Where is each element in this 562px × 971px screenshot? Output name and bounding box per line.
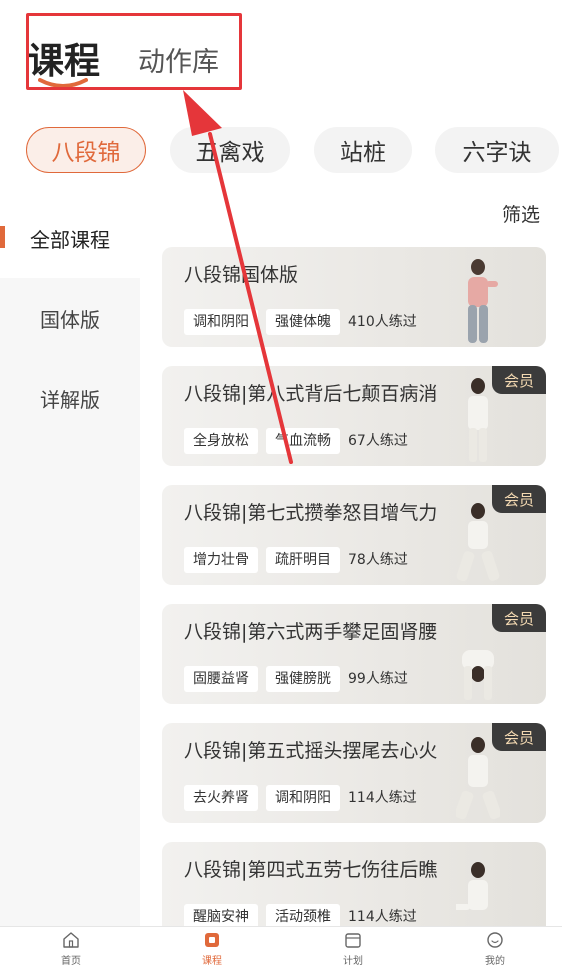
course-tag: 疏肝明目: [266, 547, 340, 573]
course-tag: 增力壮骨: [184, 547, 258, 573]
course-tags: 去火养肾 调和阴阳 114人练过: [184, 785, 417, 811]
course-tag: 固腰益肾: [184, 666, 258, 692]
nav-item-plan[interactable]: 计划: [323, 931, 383, 971]
nav-label: 我的: [485, 956, 505, 967]
practiced-count: 410人练过: [348, 314, 417, 330]
course-tags: 固腰益肾 强健膀胱 99人练过: [184, 666, 408, 692]
member-badge: 会员: [492, 723, 546, 751]
filter-button[interactable]: 筛选: [502, 200, 540, 227]
practiced-count: 99人练过: [348, 671, 408, 687]
course-title: 八段锦|第六式两手攀足固肾腰: [184, 621, 438, 643]
profile-icon: [487, 932, 503, 948]
annotation-highlight-box: [26, 13, 242, 90]
course-title: 八段锦|第八式背后七颠百病消: [184, 383, 438, 405]
course-card[interactable]: 八段锦|第七式攒拳怒目增气力 增力壮骨 疏肝明目 78人练过 会员: [162, 485, 546, 585]
category-pill-baduanjin[interactable]: 八段锦: [26, 127, 146, 173]
category-pill-label: 五禽戏: [195, 140, 265, 166]
course-tag: 去火养肾: [184, 785, 258, 811]
side-item-label: 国体版: [40, 307, 100, 332]
member-badge: 会员: [492, 604, 546, 632]
course-tags: 调和阴阳 强健体魄 410人练过: [184, 309, 417, 335]
course-title: 八段锦|第四式五劳七伤往后瞧: [184, 859, 438, 881]
course-tags: 增力壮骨 疏肝明目 78人练过: [184, 547, 408, 573]
top-header: 课程 动作库: [0, 0, 562, 100]
category-pill-liuzijue[interactable]: 六字诀: [435, 127, 559, 173]
nav-item-home[interactable]: 首页: [41, 931, 101, 971]
side-item-label: 全部课程: [30, 227, 110, 252]
member-badge: 会员: [492, 366, 546, 394]
course-title: 八段锦|第七式攒拳怒目增气力: [184, 502, 438, 524]
category-pill-label: 站桩: [340, 140, 386, 166]
course-card[interactable]: 八段锦|第六式两手攀足固肾腰 固腰益肾 强健膀胱 99人练过 会员: [162, 604, 546, 704]
bottom-navigation: 首页 课程 计划 我的: [0, 926, 562, 971]
course-tags: 全身放松 气血流畅 67人练过: [184, 428, 408, 454]
nav-label: 首页: [61, 956, 81, 967]
side-item-national-version[interactable]: 国体版: [0, 278, 140, 358]
course-tag: 气血流畅: [266, 428, 340, 454]
nav-item-course[interactable]: 课程: [182, 931, 242, 971]
course-icon: [205, 933, 219, 947]
member-badge: 会员: [492, 485, 546, 513]
side-menu: 全部课程 国体版 详解版: [0, 198, 140, 928]
side-active-indicator: [0, 226, 5, 248]
course-card[interactable]: 八段锦国体版 调和阴阳 强健体魄 410人练过: [162, 247, 546, 347]
category-pill-zhanzhuang[interactable]: 站桩: [314, 127, 412, 173]
home-icon: [63, 932, 79, 948]
side-item-label: 详解版: [40, 387, 100, 412]
course-card[interactable]: 八段锦|第八式背后七颠百病消 全身放松 气血流畅 67人练过 会员: [162, 366, 546, 466]
course-tag: 调和阴阳: [184, 309, 258, 335]
instructor-figure-image: [468, 259, 498, 343]
category-row: 八段锦 五禽戏 站桩 六字诀: [0, 118, 562, 182]
category-pill-label: 八段锦: [51, 140, 121, 166]
nav-label: 计划: [343, 956, 363, 967]
course-title: 八段锦国体版: [184, 264, 299, 286]
side-item-detailed-version[interactable]: 详解版: [0, 358, 140, 438]
category-pill-wuqinxi[interactable]: 五禽戏: [170, 127, 290, 173]
category-pill-label: 六字诀: [462, 140, 532, 166]
practiced-count: 114人练过: [348, 790, 417, 806]
course-tag: 全身放松: [184, 428, 258, 454]
plan-icon: [345, 933, 361, 948]
course-tag: 调和阴阳: [266, 785, 340, 811]
practiced-count: 67人练过: [348, 433, 408, 449]
nav-label: 课程: [202, 956, 222, 967]
course-title: 八段锦|第五式摇头摆尾去心火: [184, 740, 438, 762]
side-item-all-courses[interactable]: 全部课程: [0, 198, 140, 278]
course-tag: 强健体魄: [266, 309, 340, 335]
course-tag: 强健膀胱: [266, 666, 340, 692]
practiced-count: 78人练过: [348, 552, 408, 568]
course-card[interactable]: 八段锦|第五式摇头摆尾去心火 去火养肾 调和阴阳 114人练过 会员: [162, 723, 546, 823]
nav-item-profile[interactable]: 我的: [465, 931, 525, 971]
